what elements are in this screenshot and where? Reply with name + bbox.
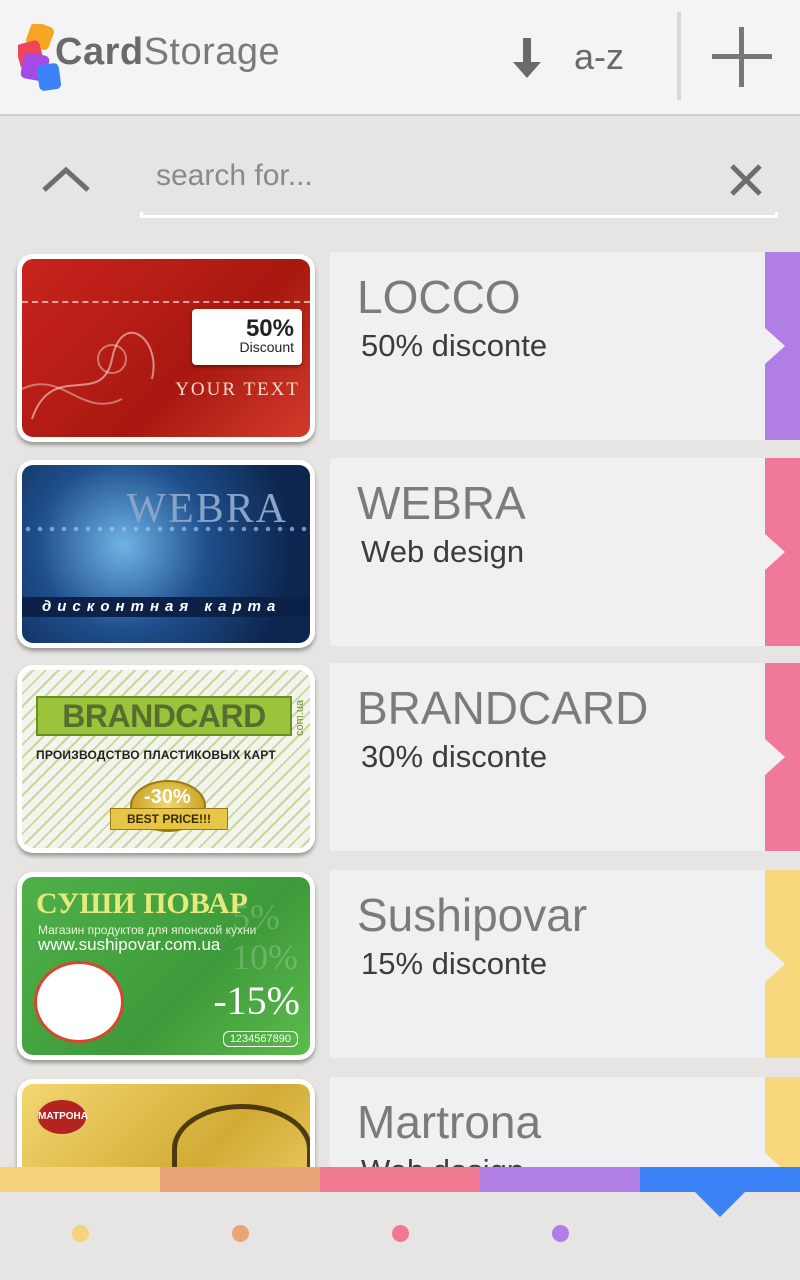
card-tagline: ПРОИЗВОДСТВО ПЛАСТИКОВЫХ КАРТ [36,748,276,762]
category-tab-blue[interactable] [640,1167,800,1192]
card-subtitle: Web design [361,1153,524,1168]
seal-ribbon: BEST PRICE!!! [110,808,228,830]
card-number: 1234567890 [222,1031,298,1047]
seal-percent: -30% [144,786,191,808]
card-footer-text: YOUR TEXT [175,379,300,400]
close-icon[interactable] [726,160,766,200]
app-title: CardStorage [55,31,280,74]
category-tab-pink[interactable] [320,1167,480,1192]
category-bar [0,1167,800,1280]
search-input[interactable] [156,154,716,198]
card-brand: МАТРОНА [36,1098,88,1136]
card-subtitle: 15% disconte [361,946,548,981]
card-thumbnail[interactable]: WEBRA дисконтная карта [17,460,315,648]
card-dots-pattern [22,523,310,537]
card-image-brandcard: BRANDCARD com.ua ПРОИЗВОДСТВО ПЛАСТИКОВЫ… [22,670,310,848]
category-tab [765,870,800,1058]
card-title: BRANDCARD [357,682,649,734]
swirl-ornament-icon [172,1104,310,1168]
card-thumbnail[interactable]: 5% 10% СУШИ ПОВАР Магазин продуктов для я… [17,872,315,1060]
search-underline [140,212,778,218]
category-tab [765,1077,800,1168]
category-tab [765,458,800,646]
card-info-panel[interactable]: WEBRA Web design [330,458,800,646]
header-divider [677,12,681,100]
category-tab-purple[interactable] [480,1167,640,1192]
category-tab-orange[interactable] [160,1167,320,1192]
card-list: 50% Discount YOUR TEXT LOCCO 50% discont… [0,252,800,1168]
app-title-light: Storage [143,31,281,73]
card-thumbnail[interactable]: 50% Discount YOUR TEXT [17,254,315,442]
app-title-bold: Card [55,31,144,73]
card-info-panel[interactable]: BRANDCARD 30% disconte [330,663,800,851]
card-brand: СУШИ ПОВАР [36,887,248,920]
card-row[interactable]: 50% Discount YOUR TEXT LOCCO 50% discont… [0,252,800,442]
category-dot[interactable] [552,1225,569,1242]
sort-order-button[interactable]: a-z [574,36,624,78]
chevron-up-icon[interactable] [38,162,94,196]
plus-icon[interactable] [710,25,774,89]
card-band-text: дисконтная карта [42,598,282,615]
category-tab [765,663,800,851]
category-dot[interactable] [232,1225,249,1242]
category-tab [765,252,800,440]
active-category-pointer-icon [694,1191,746,1217]
card-info-panel[interactable]: Martrona Web design [330,1077,800,1168]
card-line-2: www.sushipovar.com.ua [38,935,221,954]
card-info-panel[interactable]: Sushipovar 15% disconte [330,870,800,1058]
card-info-panel[interactable]: LOCCO 50% disconte [330,252,800,440]
card-title: LOCCO [357,271,521,323]
category-dot[interactable] [392,1225,409,1242]
card-brand: BRANDCARD [36,696,292,736]
swirl-ornament-icon [22,332,155,420]
app-header: CardStorage a-z [0,0,800,116]
card-row[interactable]: WEBRA дисконтная карта WEBRA Web design [0,458,800,648]
category-dot[interactable] [72,1225,89,1242]
sort-down-arrow-icon[interactable] [510,38,544,80]
card-title: WEBRA [357,477,526,529]
card-thumbnail[interactable]: МАТРОНА [17,1079,315,1168]
card-subtitle: Web design [361,534,525,569]
card-image-martrona: МАТРОНА [22,1084,310,1168]
category-color-strip [0,1167,800,1192]
card-row[interactable]: BRANDCARD com.ua ПРОИЗВОДСТВО ПЛАСТИКОВЫ… [0,663,800,853]
discount-tag-word: Discount [239,339,294,355]
card-domain: com.ua [294,699,306,736]
discount-tag: 50% Discount [192,309,302,365]
card-image-locco: 50% Discount YOUR TEXT [22,259,310,437]
chef-mascot-icon [34,961,124,1043]
card-row[interactable]: 5% 10% СУШИ ПОВАР Магазин продуктов для я… [0,870,800,1060]
card-title: Martrona [357,1096,542,1148]
card-percent: -15% [213,978,300,1023]
search-bar [140,146,778,218]
card-thumbnail[interactable]: BRANDCARD com.ua ПРОИЗВОДСТВО ПЛАСТИКОВЫ… [17,665,315,853]
card-image-sushipovar: 5% 10% СУШИ ПОВАР Магазин продуктов для я… [22,877,310,1055]
category-dots [0,1225,800,1245]
card-subtitle: 50% disconte [361,328,548,363]
card-band: дисконтная карта [22,597,310,617]
category-tab-yellow[interactable] [0,1167,160,1192]
card-image-webra: WEBRA дисконтная карта [22,465,310,643]
card-subtitle: 30% disconte [361,739,548,774]
card-row[interactable]: МАТРОНА Martrona Web design [0,1077,800,1168]
card-title: Sushipovar [357,889,588,941]
